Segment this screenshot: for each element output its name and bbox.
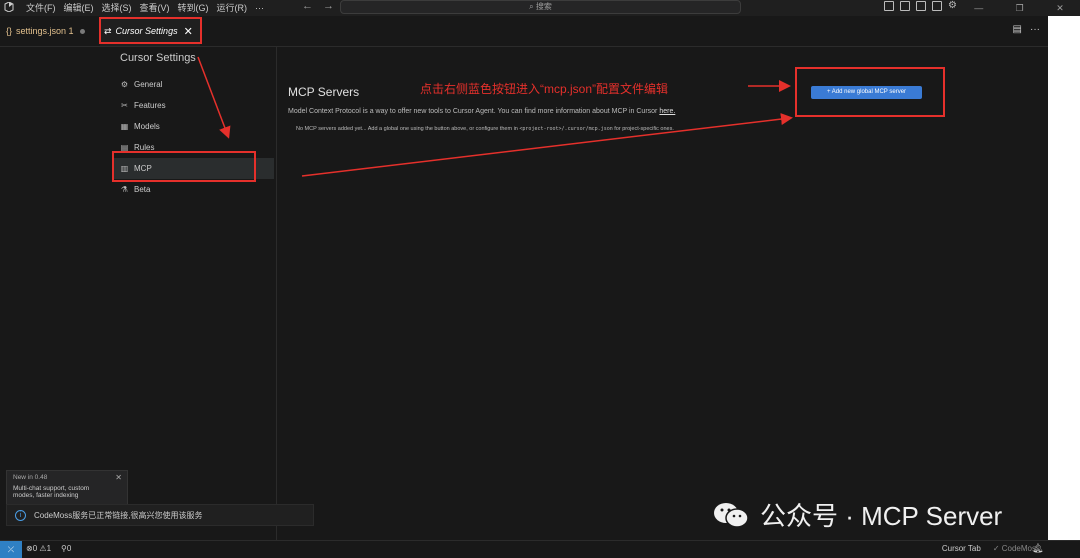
cursor-logo-icon bbox=[4, 2, 14, 12]
sidebar-item-label: Models bbox=[134, 122, 160, 131]
tab-actions: ▤ ··· bbox=[1013, 24, 1040, 35]
tab-cursor-settings[interactable]: ⇄ Cursor Settings ✕ bbox=[100, 16, 200, 46]
annotation-text: 点击右侧蓝色按钮进入“mcp.json”配置文件编辑 bbox=[420, 82, 669, 96]
tools-icon: ✂ bbox=[121, 101, 128, 110]
menu-run[interactable]: 运行(R) bbox=[217, 2, 248, 14]
sidebar-item-beta[interactable]: ⚗ Beta bbox=[112, 179, 274, 200]
server-icon: ▥ bbox=[120, 164, 129, 173]
toggle-secondary-sidebar-icon[interactable] bbox=[916, 1, 926, 11]
note-text-pre: No MCP servers added yet... Add a global… bbox=[296, 126, 518, 132]
title-bar: 文件(F) 编辑(E) 选择(S) 查看(V) 转到(G) 运行(R) ··· … bbox=[0, 0, 1080, 16]
search-icon: ⌕ bbox=[529, 2, 534, 11]
status-errors[interactable]: ⊗0 ⚠1 bbox=[26, 544, 51, 553]
nav-arrows: ← → bbox=[302, 0, 334, 12]
menu-file[interactable]: 文件(F) bbox=[26, 2, 56, 14]
close-icon[interactable]: ✕ bbox=[184, 25, 193, 38]
menu-selection[interactable]: 选择(S) bbox=[102, 2, 132, 14]
menu-bar: 文件(F) 编辑(E) 选择(S) 查看(V) 转到(G) 运行(R) ··· bbox=[26, 2, 264, 14]
note-path: <project-root>/.cursor/mcp.json bbox=[519, 126, 613, 132]
restore-button[interactable]: ❐ bbox=[1016, 3, 1024, 14]
back-arrow-icon[interactable]: ← bbox=[302, 0, 313, 12]
editor-tab-bar: {} settings.json 1 ⇄ Cursor Settings ✕ ▤… bbox=[0, 16, 1048, 47]
customize-layout-icon[interactable] bbox=[932, 1, 942, 11]
document-icon: ▤ bbox=[120, 143, 129, 152]
warning-count: ⚠1 bbox=[39, 544, 52, 553]
status-bar: ⤫ ⊗0 ⚠1 ⚲0 Cursor Tab ✓ CodeMoss 🔔︎ bbox=[0, 540, 1080, 558]
sidebar-item-label: Beta bbox=[134, 185, 151, 194]
forward-arrow-icon[interactable]: → bbox=[323, 0, 334, 12]
sidebar-item-features[interactable]: ✂ Features bbox=[112, 95, 274, 116]
sidebar-item-label: Rules bbox=[134, 143, 155, 152]
status-right: Cursor Tab ✓ CodeMoss bbox=[942, 544, 1040, 553]
settings-swap-icon: ⇄ bbox=[104, 25, 112, 36]
sidebar-item-general[interactable]: ⚙ General bbox=[112, 74, 274, 95]
split-editor-icon[interactable]: ▤ bbox=[1013, 24, 1022, 35]
sidebar-item-label: Features bbox=[134, 101, 166, 110]
popup-line-2: modes, faster indexing bbox=[13, 492, 79, 499]
cube-icon: ▦ bbox=[120, 122, 129, 131]
ports-count: 0 bbox=[66, 544, 72, 553]
error-count: ⊗0 bbox=[26, 544, 38, 553]
codemoss-notification[interactable]: i CodeMoss服务已正常链接,很高兴您使用该服务 bbox=[6, 504, 314, 526]
settings-title: Cursor Settings bbox=[120, 52, 196, 64]
sidebar-item-mcp[interactable]: ▥ MCP bbox=[112, 158, 274, 179]
gear-icon: ⚙ bbox=[120, 80, 129, 89]
minimize-button[interactable]: — bbox=[974, 3, 983, 13]
menu-more[interactable]: ··· bbox=[255, 2, 264, 14]
tab-settings-json[interactable]: {} settings.json 1 bbox=[0, 16, 95, 46]
remote-indicator-icon[interactable]: ⤫ bbox=[0, 541, 22, 558]
sidebar-item-rules[interactable]: ▤ Rules bbox=[112, 137, 274, 158]
search-placeholder: 搜索 bbox=[535, 2, 552, 11]
flask-icon: ⚗ bbox=[120, 185, 129, 194]
command-search-box[interactable]: ⌕ 搜索 bbox=[340, 0, 741, 14]
notification-text: CodeMoss服务已正常链接,很高兴您使用该服务 bbox=[34, 510, 203, 520]
sidebar-item-label: General bbox=[134, 80, 163, 89]
mcp-description-text: Model Context Protocol is a way to offer… bbox=[288, 108, 658, 115]
watermark: 公众号 · MCP Server bbox=[712, 496, 1002, 533]
right-gutter bbox=[1048, 16, 1080, 540]
sidebar-item-label: MCP bbox=[134, 164, 152, 173]
notifications-icon[interactable]: 🔔︎ bbox=[1032, 543, 1043, 554]
settings-sidebar: ⚙ General ✂ Features ▦ Models ▤ Rules ▥ MCP ⚗… bbox=[112, 74, 274, 200]
status-left: ⊗0 ⚠1 ⚲0 bbox=[26, 544, 71, 553]
sidebar-divider bbox=[276, 46, 277, 540]
sidebar-item-models[interactable]: ▦ Models bbox=[112, 116, 274, 137]
close-icon[interactable]: ✕ bbox=[115, 473, 122, 482]
mcp-docs-link[interactable]: here. bbox=[659, 108, 675, 115]
more-actions-icon[interactable]: ··· bbox=[1030, 24, 1040, 35]
tab-label: Cursor Settings bbox=[115, 26, 178, 36]
menu-edit[interactable]: 编辑(E) bbox=[64, 2, 94, 14]
layout-controls: ⚙ bbox=[884, 1, 957, 11]
mcp-empty-note: No MCP servers added yet... Add a global… bbox=[296, 126, 674, 132]
info-icon: i bbox=[15, 509, 26, 521]
json-braces-icon: {} bbox=[6, 26, 13, 36]
add-global-mcp-server-button[interactable]: + Add new global MCP server bbox=[811, 86, 922, 99]
wechat-logo-icon bbox=[714, 502, 749, 528]
tab-label: settings.json 1 bbox=[16, 26, 74, 36]
toggle-panel-icon[interactable] bbox=[900, 1, 910, 11]
popup-version: New in 0.48 bbox=[13, 474, 48, 481]
whats-new-popup[interactable]: ✕ New in 0.48 Multi-chat support, custom… bbox=[6, 470, 128, 508]
status-cursor-tab[interactable]: Cursor Tab bbox=[942, 544, 981, 553]
modified-dot-icon bbox=[79, 28, 85, 34]
toggle-primary-sidebar-icon[interactable] bbox=[884, 1, 894, 11]
popup-line-1: Multi-chat support, custom bbox=[13, 485, 90, 492]
status-ports[interactable]: ⚲0 bbox=[61, 544, 71, 553]
mcp-heading: MCP Servers bbox=[288, 85, 360, 99]
watermark-text: 公众号 · MCP Server bbox=[760, 501, 1003, 531]
mcp-description: Model Context Protocol is a way to offer… bbox=[288, 108, 675, 115]
gear-icon[interactable]: ⚙ bbox=[948, 1, 957, 11]
menu-go[interactable]: 转到(G) bbox=[178, 2, 209, 14]
close-window-button[interactable]: ✕ bbox=[1056, 3, 1064, 14]
note-text-post: for project-specific ones. bbox=[614, 126, 674, 132]
window-controls: — ❐ ✕ bbox=[958, 0, 1080, 16]
menu-view[interactable]: 查看(V) bbox=[140, 2, 170, 14]
